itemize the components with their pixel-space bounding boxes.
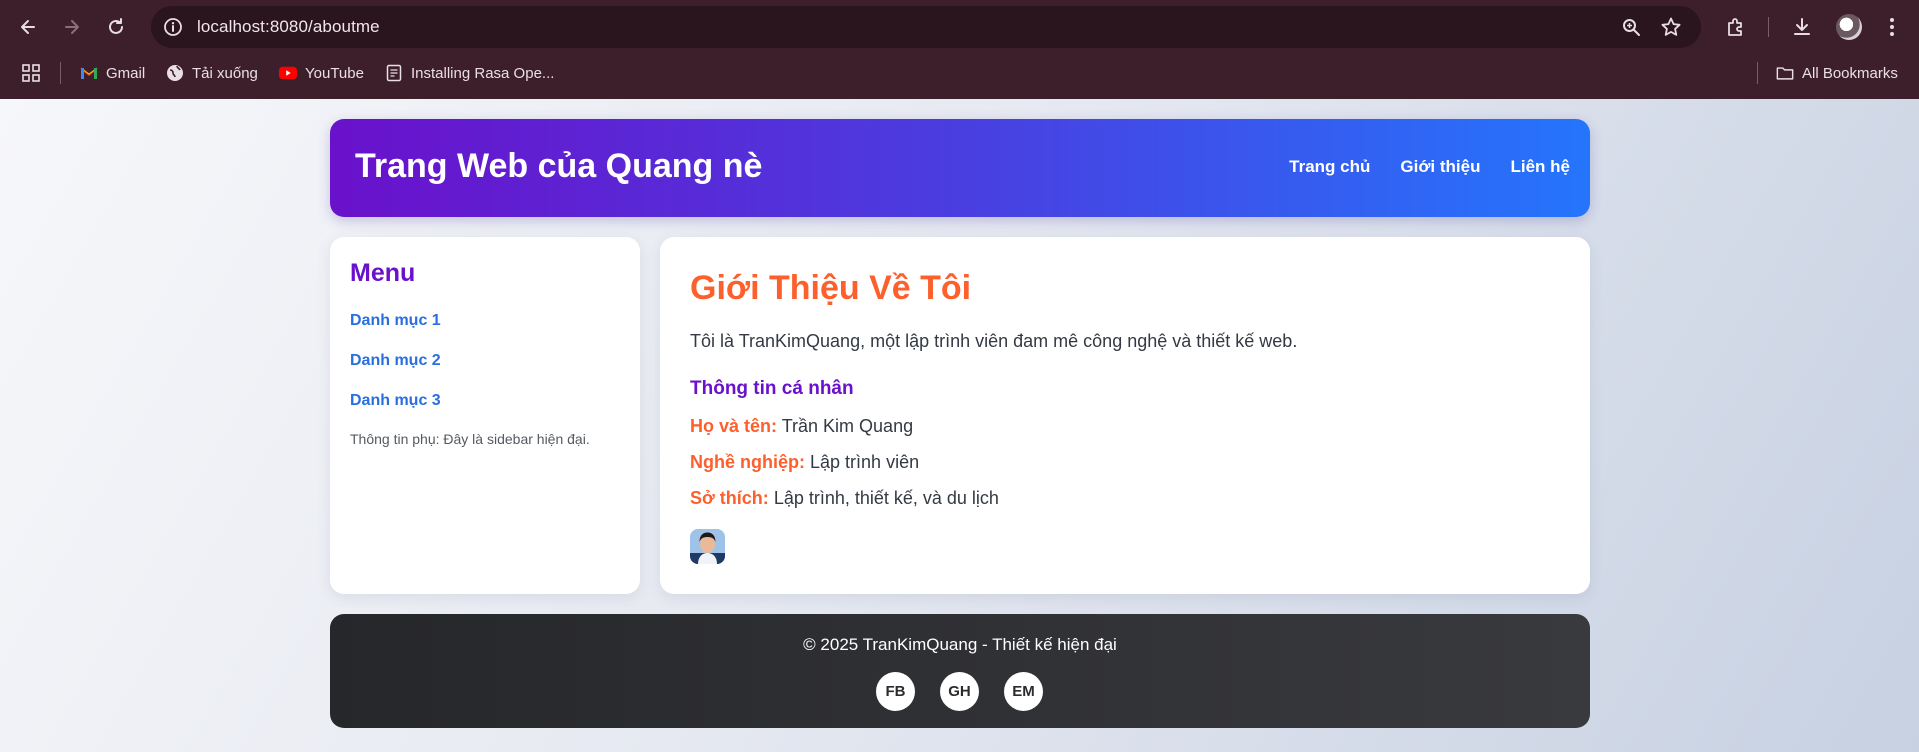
forward-button[interactable] [56,11,88,43]
site-nav: Trang chủ Giới thiệu Liên hệ [1289,157,1570,177]
folder-icon [1776,64,1794,82]
reload-icon [109,18,123,34]
info-value: Lập trình, thiết kế, và du lịch [773,488,999,508]
sidebar-link-2[interactable]: Danh mục 2 [350,352,441,370]
bookmark-youtube[interactable]: YouTube [279,62,364,84]
section-heading: Thông tin cá nhân [690,378,854,399]
nav-link-contact[interactable]: Liên hệ [1510,157,1570,177]
social-github-button[interactable]: GH [940,672,979,711]
page-content: Trang Web của Quang nè Trang chủ Giới th… [0,99,1919,752]
browser-toolbar: localhost:8080/aboutme [0,0,1919,54]
nav-link-home[interactable]: Trang chủ [1289,157,1370,177]
toolbar-divider [1768,17,1769,37]
apps-grid-icon[interactable] [22,62,40,84]
info-row-hobbies: Sở thích: Lập trình, thiết kế, và du lịc… [690,488,999,509]
extensions-icon[interactable] [1720,11,1752,43]
reload-button[interactable] [100,11,132,43]
all-bookmarks-button[interactable]: All Bookmarks [1776,62,1898,84]
gmail-icon [80,64,98,82]
site-footer: © 2025 TranKimQuang - Thiết kế hiện đại … [330,614,1590,728]
footer-copyright: © 2025 TranKimQuang - Thiết kế hiện đại [803,635,1117,654]
site-title: Trang Web của Quang nè [355,147,763,185]
bookmarks-divider [1757,62,1758,84]
bookmarks-divider [60,62,61,84]
info-label: Họ và tên: [690,416,778,436]
zoom-icon[interactable] [1619,15,1643,39]
social-facebook-button[interactable]: FB [876,672,915,711]
bookmark-gmail[interactable]: Gmail [80,62,145,84]
back-button[interactable] [12,11,44,43]
sidebar-note: Thông tin phụ: Đây là sidebar hiện đại. [350,431,590,447]
site-info-icon[interactable] [161,15,185,39]
youtube-icon [279,64,297,82]
bookmark-tai-xuong[interactable]: Tải xuống [166,62,258,84]
menu-kebab-icon[interactable] [1880,11,1904,43]
about-card: Giới Thiệu Về Tôi Tôi là TranKimQuang, m… [660,237,1590,594]
bookmark-star-icon[interactable] [1659,15,1683,39]
download-icon[interactable] [1786,11,1818,43]
info-row-name: Họ và tên: Trần Kim Quang [690,416,913,437]
bookmark-label: Installing Rasa Ope... [411,64,555,82]
bookmark-label: YouTube [305,64,364,82]
info-value: Lập trình viên [810,452,920,472]
sidebar: Menu Danh mục 1 Danh mục 2 Danh mục 3 Th… [330,237,640,594]
page-icon [385,64,403,82]
profile-avatar[interactable] [1836,14,1862,40]
address-bar[interactable]: localhost:8080/aboutme [151,6,1701,48]
globe-icon [166,64,184,82]
info-label: Nghề nghiệp: [690,452,805,472]
info-value: Trần Kim Quang [781,416,914,436]
sidebar-link-3[interactable]: Danh mục 3 [350,392,441,410]
intro-text: Tôi là TranKimQuang, một lập trình viên … [690,331,1298,351]
sidebar-link-1[interactable]: Danh mục 1 [350,312,441,330]
info-row-job: Nghề nghiệp: Lập trình viên [690,452,919,473]
sidebar-title: Menu [350,259,416,287]
bookmark-rasa[interactable]: Installing Rasa Ope... [385,62,554,84]
site-header: Trang Web của Quang nè Trang chủ Giới th… [330,119,1590,217]
profile-photo [690,529,725,564]
arrow-left-icon [21,20,35,34]
bookmark-label: Tải xuống [192,64,258,82]
info-label: Sở thích: [690,488,769,508]
all-bookmarks-label: All Bookmarks [1802,64,1898,82]
page-title: Giới Thiệu Về Tôi [690,269,972,307]
social-email-button[interactable]: EM [1004,672,1043,711]
url-text[interactable]: localhost:8080/aboutme [197,17,380,37]
arrow-right-icon [65,20,79,34]
bookmark-label: Gmail [106,64,146,82]
nav-link-about[interactable]: Giới thiệu [1400,157,1480,177]
